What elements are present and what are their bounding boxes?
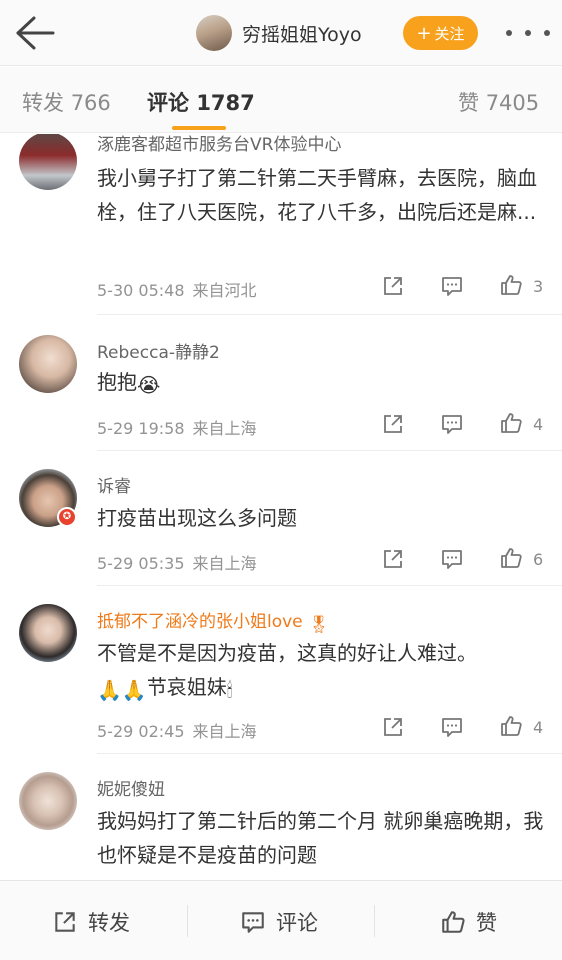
like-button[interactable]: 赞 — [440, 907, 497, 937]
like-label: 赞 — [476, 911, 497, 935]
comment-list[interactable]: 涿鹿客都超市服务台VR体验中心 我小舅子打了第二针第二天手臂麻，去医院，脑血栓，… — [0, 134, 562, 880]
plus-icon: + — [416, 22, 432, 44]
vip-badge-icon: 🎖 — [308, 615, 330, 635]
comment-meta: 5-30 05:48 来自河北 — [97, 277, 257, 301]
comment-author[interactable]: 诉睿 — [97, 472, 131, 497]
comment-meta: 5-29 02:45 来自上海 — [97, 718, 257, 742]
comment-icon — [242, 912, 264, 933]
praying-emoji-icon: 🙏🙏 — [97, 678, 147, 702]
like-count: 3 — [533, 277, 544, 296]
like-icon[interactable] — [499, 546, 523, 570]
comment-icon[interactable] — [440, 412, 464, 436]
comment-item: 妮妮傻妞 我妈妈打了第二针后的第二个月 就卵巢癌晚期，我也怀疑是不是疫苗的问题 — [0, 753, 562, 880]
comment-text[interactable]: 我妈妈打了第二针后的第二个月 就卵巢癌晚期，我也怀疑是不是疫苗的问题 — [97, 804, 547, 872]
comment-meta: 5-29 05:35 来自上海 — [97, 550, 257, 574]
comment-source: 来自上海 — [192, 722, 257, 741]
comment-time: 5-30 05:48 — [97, 281, 185, 300]
follow-label: 关注 — [434, 24, 465, 43]
verified-badge-icon: ✪ — [57, 507, 77, 527]
comment-text[interactable]: 抱抱😭 — [97, 365, 547, 402]
comment-text[interactable]: 打疫苗出现这么多问题 — [97, 501, 547, 535]
comment-author[interactable]: 妮妮傻妞 — [97, 775, 165, 800]
like-icon[interactable] — [499, 714, 523, 738]
like-count: 4 — [533, 415, 544, 434]
like-count: 6 — [533, 550, 544, 569]
profile-link[interactable]: 穷摇姐姐Yoyo — [196, 14, 362, 52]
candle-emoji-icon: 🕯 — [226, 678, 233, 702]
divider — [187, 905, 188, 937]
repost-icon[interactable] — [381, 412, 405, 436]
avatar[interactable] — [19, 134, 77, 190]
repost-button[interactable]: 转发 — [52, 907, 130, 937]
active-tab-indicator — [172, 126, 226, 130]
bottom-action-bar: 转发 评论 赞 — [0, 880, 562, 960]
comment-icon[interactable] — [440, 547, 464, 571]
tab-comments[interactable]: 评论 1787 — [147, 87, 255, 117]
comment-item: 涿鹿客都超市服务台VR体验中心 我小舅子打了第二针第二天手臂麻，去医院，脑血栓，… — [0, 134, 562, 315]
comment-time: 5-29 19:58 — [97, 419, 185, 438]
comment-author[interactable]: Rebecca-静静2 — [97, 338, 220, 363]
detail-tabs: 转发 766 评论 1787 赞 7405 — [0, 67, 562, 133]
like-icon[interactable] — [499, 273, 523, 297]
repost-icon — [55, 912, 75, 932]
comment-source: 来自上海 — [192, 554, 257, 573]
avatar[interactable] — [19, 772, 77, 830]
back-button[interactable] — [14, 14, 56, 52]
comment-item: 抵郁不了涵冷的张小姐love 🎖 不管是不是因为疫苗，这真的好让人难过。 🙏🙏节… — [0, 585, 562, 754]
comment-icon[interactable] — [440, 274, 464, 298]
more-dots-icon[interactable] — [506, 24, 550, 42]
repost-icon[interactable] — [381, 715, 405, 739]
follow-button[interactable]: + 关注 — [403, 16, 478, 50]
divider — [374, 905, 375, 937]
like-icon[interactable] — [499, 411, 523, 435]
top-nav-bar: 穷摇姐姐Yoyo + 关注 — [0, 0, 562, 66]
comment-text[interactable]: 我小舅子打了第二针第二天手臂麻，去医院，脑血栓，住了八天医院，花了八千多，出院后… — [97, 161, 547, 229]
comment-source: 来自河北 — [192, 281, 257, 300]
tab-repost[interactable]: 转发 766 — [22, 87, 111, 117]
comment-source: 来自上海 — [192, 419, 257, 438]
comment-time: 5-29 05:35 — [97, 554, 185, 573]
comment-author[interactable]: 抵郁不了涵冷的张小姐love 🎖 — [97, 607, 330, 635]
repost-icon[interactable] — [381, 547, 405, 571]
comment-time: 5-29 02:45 — [97, 722, 185, 741]
avatar[interactable] — [19, 335, 77, 393]
repost-label: 转发 — [88, 911, 130, 935]
comment-label: 评论 — [276, 911, 318, 935]
like-icon — [442, 911, 465, 933]
username[interactable]: 穷摇姐姐Yoyo — [242, 20, 362, 47]
avatar[interactable] — [19, 604, 77, 662]
comment-meta: 5-29 19:58 来自上海 — [97, 415, 257, 439]
comment-text[interactable]: 不管是不是因为疫苗，这真的好让人难过。 🙏🙏节哀姐妹🕯 — [97, 636, 547, 707]
arrow-left-icon — [16, 16, 55, 50]
comment-item: ✪ 诉睿 打疫苗出现这么多问题 5-29 05:35 来自上海 6 — [0, 450, 562, 586]
comment-icon[interactable] — [440, 715, 464, 739]
repost-icon[interactable] — [381, 274, 405, 298]
tab-likes[interactable]: 赞 7405 — [458, 87, 539, 117]
comment-button[interactable]: 评论 — [240, 907, 318, 937]
avatar[interactable] — [196, 15, 232, 51]
comment-item: Rebecca-静静2 抱抱😭 5-29 19:58 来自上海 4 — [0, 315, 562, 451]
like-count: 4 — [533, 718, 544, 737]
comment-author[interactable]: 涿鹿客都超市服务台VR体验中心 — [97, 134, 341, 155]
crying-emoji-icon: 😭 — [137, 373, 161, 397]
